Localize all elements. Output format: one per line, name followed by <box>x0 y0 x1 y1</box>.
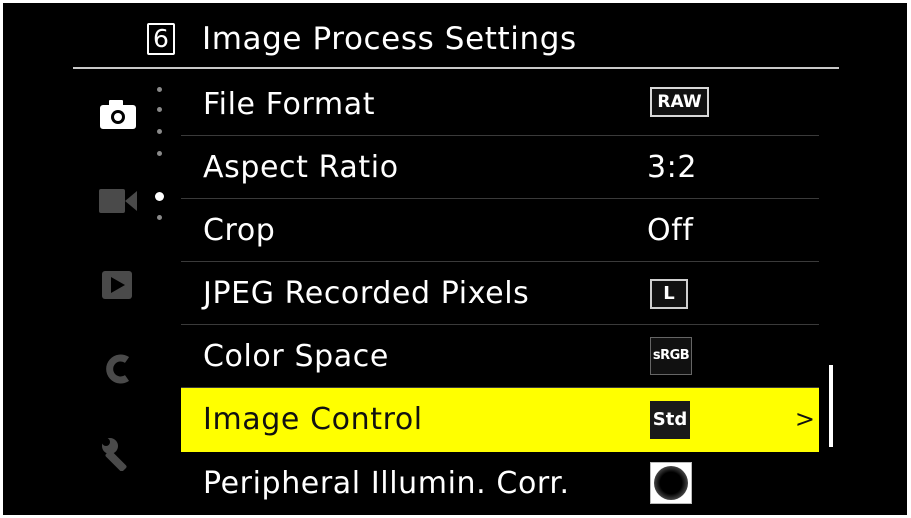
page-title: Image Process Settings <box>202 21 577 57</box>
camera-icon[interactable] <box>97 95 141 131</box>
video-icon[interactable] <box>97 183 141 219</box>
size-l-badge: L <box>650 279 688 309</box>
menu-item-value: 3:2 <box>647 150 698 185</box>
custom-mode-icon[interactable] <box>97 351 141 387</box>
menu-item-aspect-ratio[interactable]: Aspect Ratio 3:2 <box>181 136 819 199</box>
page-dot <box>157 151 162 156</box>
menu-item-peripheral-illumin-corr[interactable]: Peripheral Illumin. Corr. <box>181 452 819 515</box>
settings-menu: File Format RAW Aspect Ratio 3:2 Crop Of… <box>181 73 819 515</box>
page-number-box: 6 <box>147 23 175 55</box>
playback-icon[interactable] <box>97 267 141 303</box>
menu-item-label: Aspect Ratio <box>203 150 399 185</box>
menu-item-label: Color Space <box>203 339 389 374</box>
vignette-correction-icon <box>650 462 692 504</box>
scrollbar[interactable] <box>829 365 833 447</box>
menu-item-label: Crop <box>203 213 276 248</box>
wrench-icon[interactable] <box>97 435 141 472</box>
page-dot <box>157 129 162 134</box>
page-dot <box>157 107 162 112</box>
menu-item-crop[interactable]: Crop Off <box>181 199 819 262</box>
page-dot-active <box>155 192 164 201</box>
header-divider <box>73 67 839 69</box>
std-badge: Std <box>650 401 690 439</box>
menu-item-label: Peripheral Illumin. Corr. <box>203 466 570 501</box>
menu-item-value: Off <box>647 213 694 248</box>
chevron-right-icon: > <box>794 405 815 433</box>
menu-item-image-control[interactable]: Image Control Std > <box>181 388 819 452</box>
menu-item-label: JPEG Recorded Pixels <box>203 276 530 311</box>
menu-item-file-format[interactable]: File Format RAW <box>181 73 819 136</box>
menu-header: 6 Image Process Settings <box>3 3 907 69</box>
menu-item-label: Image Control <box>203 402 423 437</box>
page-dot <box>157 87 162 92</box>
camera-menu-screen: 6 Image Process Settings File Format RAW… <box>3 3 907 515</box>
page-dot <box>157 215 162 220</box>
menu-item-label: File Format <box>203 87 376 122</box>
srgb-badge: sRGB <box>650 337 692 375</box>
menu-item-color-space[interactable]: Color Space sRGB <box>181 325 819 388</box>
raw-badge: RAW <box>650 87 709 117</box>
menu-item-jpeg-recorded-pixels[interactable]: JPEG Recorded Pixels L <box>181 262 819 325</box>
